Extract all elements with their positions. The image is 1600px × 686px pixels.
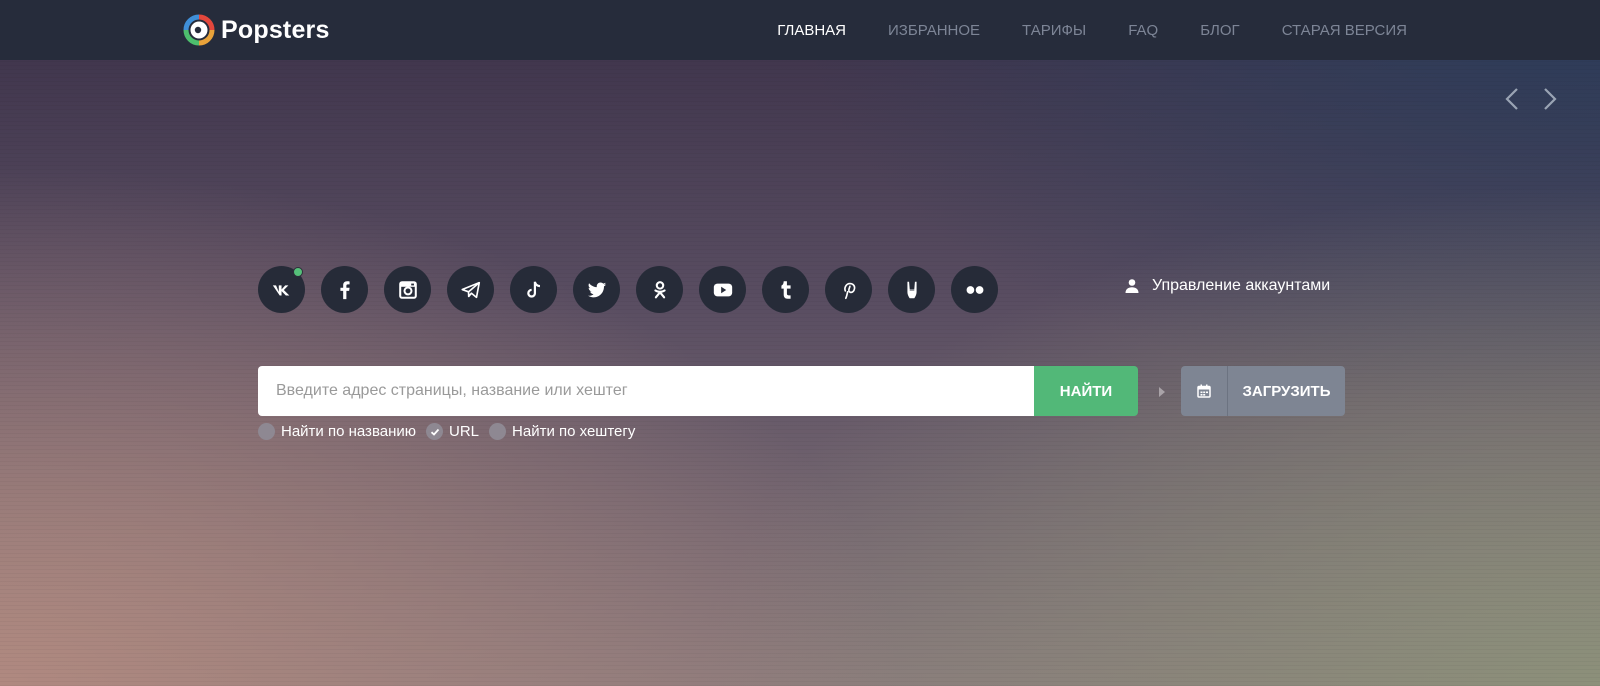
tiktok-icon [526, 281, 540, 298]
upload-label: ЗАГРУЗИТЬ [1242, 382, 1331, 400]
option-url[interactable]: URL [426, 423, 479, 440]
nav-item-blog[interactable]: БЛОГ [1200, 22, 1239, 39]
option-search-by-name-label: Найти по названию [281, 423, 416, 440]
slider-controls [1490, 84, 1562, 114]
upload-button[interactable]: ЗАГРУЗИТЬ [1181, 366, 1345, 416]
option-url-checkbox[interactable] [426, 423, 443, 440]
twitter-icon [587, 281, 606, 297]
option-search-by-name-checkbox[interactable] [258, 423, 275, 440]
facebook-icon [339, 280, 350, 299]
manage-accounts-label: Управление аккаунтами [1152, 277, 1331, 294]
nav-item-pricing[interactable]: ТАРИФЫ [1022, 22, 1086, 39]
popsters-logo-icon [183, 14, 215, 46]
telegram-icon [460, 281, 480, 298]
youtube-icon [713, 283, 732, 296]
nav-item-home[interactable]: ГЛАВНАЯ [777, 22, 846, 39]
hero-background [0, 0, 1600, 686]
social-odnoklassniki-button[interactable] [636, 266, 683, 313]
instagram-icon [398, 280, 417, 299]
search-input[interactable] [258, 366, 1034, 416]
social-vk-button[interactable] [258, 266, 305, 313]
brand-logo[interactable]: Popsters [183, 10, 330, 50]
main-nav: ГЛАВНАЯ ИЗБРАННОЕ ТАРИФЫ FAQ БЛОГ СТАРАЯ… [735, 0, 1407, 60]
option-search-by-hashtag[interactable]: Найти по хештегу [489, 423, 635, 440]
social-flickr-button[interactable] [951, 266, 998, 313]
top-navigation-bar: Popsters ГЛАВНАЯ ИЗБРАННОЕ ТАРИФЫ FAQ БЛ… [0, 0, 1600, 60]
vk-icon [272, 284, 289, 295]
nav-item-faq[interactable]: FAQ [1128, 22, 1158, 39]
pinterest-icon [843, 282, 855, 299]
chevron-left-icon[interactable] [1500, 84, 1526, 114]
calendar-icon [1197, 384, 1211, 398]
social-rock-hand-button[interactable] [888, 266, 935, 313]
social-instagram-button[interactable] [384, 266, 431, 313]
search-bar: НАЙТИ [258, 366, 1138, 416]
brand-name: Popsters [221, 15, 330, 44]
social-pinterest-button[interactable] [825, 266, 872, 313]
caret-right-icon [1159, 387, 1165, 397]
upload-calendar-section [1181, 366, 1228, 416]
user-icon [1125, 279, 1139, 293]
option-url-label: URL [449, 423, 480, 440]
tumblr-icon [780, 280, 791, 299]
odnoklassniki-icon [653, 280, 666, 298]
nav-item-old-version[interactable]: СТАРАЯ ВЕРСИЯ [1282, 22, 1407, 39]
social-youtube-button[interactable] [699, 266, 746, 313]
rock-hand-icon [906, 281, 917, 298]
social-network-selector [258, 266, 1014, 313]
checkmark-icon [430, 428, 439, 436]
online-status-dot [293, 267, 303, 277]
social-facebook-button[interactable] [321, 266, 368, 313]
social-tumblr-button[interactable] [762, 266, 809, 313]
manage-accounts-link[interactable]: Управление аккаунтами [1124, 277, 1330, 295]
social-twitter-button[interactable] [573, 266, 620, 313]
nav-item-favorites[interactable]: ИЗБРАННОЕ [888, 22, 980, 39]
find-button[interactable]: НАЙТИ [1034, 366, 1138, 416]
option-search-by-hashtag-checkbox[interactable] [489, 423, 507, 440]
social-tiktok-button[interactable] [510, 266, 557, 313]
option-search-by-name[interactable]: Найти по названию [258, 423, 416, 440]
chevron-right-icon[interactable] [1536, 84, 1562, 114]
search-mode-options: Найти по названию URL Найти по хештегу [258, 423, 645, 440]
flickr-icon [966, 285, 983, 294]
social-telegram-button[interactable] [447, 266, 494, 313]
option-search-by-hashtag-label: Найти по хештегу [512, 423, 636, 440]
